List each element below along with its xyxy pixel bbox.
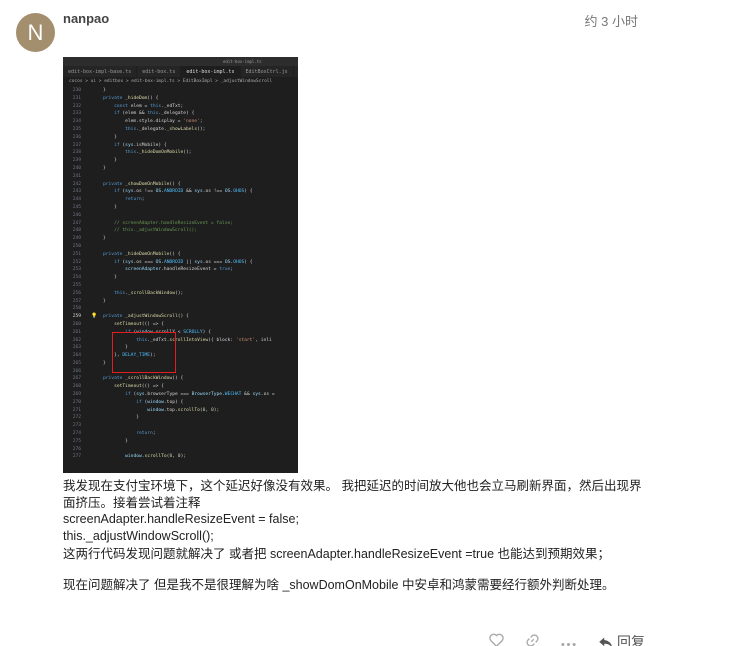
- editor-tab: EditBoxCtrl.js: [241, 66, 294, 77]
- code-line: 257}: [72, 298, 106, 304]
- code-line: 269 if (sys.browserType === BrowserType.…: [72, 392, 275, 398]
- code-line: 230}: [72, 88, 106, 93]
- post-paragraph-3: 现在问题解决了 但是我不是很理解为啥 _showDomOnMobile 中安卓和…: [63, 578, 615, 592]
- code-line: 268 setTimeout(() => {: [72, 384, 164, 390]
- lightbulb-icon: 💡: [91, 313, 98, 319]
- code-line: 247 // screenAdapter.handleResizeEvent =…: [72, 220, 233, 226]
- reply-button[interactable]: 回复: [598, 632, 645, 646]
- code-line: 271 window.top.scrollTo(0, 0);: [72, 407, 220, 413]
- code-line: 261 if (window.scrollY < SCROLLY) {: [72, 329, 211, 335]
- code-line: 248 // this._adjustWindowScroll();: [72, 228, 198, 234]
- post-actions: 回复: [478, 632, 645, 646]
- code-line: 245 }: [72, 204, 117, 210]
- code-line: 262 this._edTxt.scrollIntoView({ block: …: [72, 337, 272, 343]
- post-paragraph-1: 我发现在支付宝环境下，这个延迟好像没有效果。 我把延迟的时间放大他也会立马刷新界…: [63, 479, 642, 510]
- code-line: 239 }: [72, 158, 117, 164]
- code-line: 233 if (elem && this._delegate) {: [72, 111, 195, 117]
- code-line: 266: [72, 368, 81, 374]
- reply-label: 回复: [617, 634, 645, 646]
- code-line: 251 private _hideDomOnMobile() {: [72, 251, 181, 257]
- code-line: 240}: [72, 165, 106, 171]
- code-line: 244 return;: [72, 197, 145, 203]
- code-screenshot-image[interactable]: edit-box-impl.ts edit-box-impl-base.ts ed…: [63, 57, 298, 473]
- code-line: 264 }, DELAY_TIME);: [72, 353, 156, 359]
- code-line: 231 private _hideDom() {: [72, 95, 159, 101]
- code-line: 235 this._delegate._showLabels();: [72, 126, 206, 132]
- code-line: 250: [72, 243, 81, 249]
- code-line: 242 private _showDomOnMobile() {: [72, 181, 181, 187]
- editor-tab: edit-box-impl-base.ts: [63, 66, 138, 77]
- code-line: 258: [72, 306, 81, 312]
- code-line: 272 }: [72, 415, 139, 421]
- post-paragraph-2: 这两行代码发现问题就解决了 或者把 screenAdapter.handleRe…: [63, 547, 611, 561]
- heart-icon[interactable]: [478, 633, 514, 646]
- code-line: 237 if (sys.isMobile) {: [72, 142, 167, 148]
- code-line: 265}: [72, 360, 106, 366]
- ellipsis-icon[interactable]: [550, 634, 586, 646]
- editor-tab: edit-box.ts: [137, 66, 182, 77]
- code-line: 246: [72, 212, 81, 218]
- code-line: 277 window.scrollTo(0, 0);: [72, 454, 187, 460]
- code-line: 273: [72, 423, 81, 429]
- link-icon[interactable]: [514, 633, 550, 646]
- code-line: 255: [72, 282, 81, 288]
- code-line: 259 private _adjustWindowScroll() {: [72, 314, 189, 320]
- code-line: 241: [72, 173, 81, 179]
- code-line: 236 }: [72, 134, 117, 140]
- code-line: 270 if (window.top) {: [72, 399, 184, 405]
- code-line: 256 this._scrollBackWindow();: [72, 290, 184, 296]
- code-snippet-1: screenAdapter.handleResizeEvent = false;: [63, 512, 299, 526]
- code-line: 238 this._hideDomOnMobile();: [72, 150, 192, 156]
- code-line: 276: [72, 446, 81, 452]
- editor-breadcrumb: cocos > ui > editbox > edit-box-impl.ts …: [63, 77, 298, 86]
- code-line: 260 setTimeout(() => {: [72, 321, 164, 327]
- editor-window-title: edit-box-impl.ts: [63, 57, 298, 66]
- code-line: 253 screenAdapter.handleResizeEvent = tr…: [72, 267, 234, 273]
- code-line: 243 if (sys.os !== OS.ANDROID && sys.os …: [72, 189, 253, 195]
- code-line: 254 }: [72, 275, 117, 281]
- username[interactable]: nanpao: [63, 11, 109, 26]
- code-line: 267 private _scrollBackWindow() {: [72, 376, 184, 382]
- reply-arrow-icon: [599, 637, 613, 646]
- editor-tab-bar: edit-box-impl-base.ts edit-box.ts edit-box…: [63, 66, 298, 77]
- code-lines: 💡 230} 231 private _hideDom() { 232 const e…: [63, 86, 298, 461]
- code-line: 232 const elem = this._edTxt;: [72, 103, 184, 109]
- code-line: 275 }: [72, 438, 128, 444]
- code-line: 234 elem.style.display = 'none';: [72, 119, 203, 125]
- code-snippet-2: this._adjustWindowScroll();: [63, 529, 214, 543]
- code-line: 263 }: [72, 345, 128, 351]
- avatar[interactable]: N: [16, 13, 55, 52]
- code-line: 252 if (sys.os === OS.ANDROID || sys.os …: [72, 259, 253, 265]
- code-line: 249}: [72, 236, 106, 242]
- highlight-box: [112, 332, 176, 373]
- post-timestamp[interactable]: 约 3 小时: [585, 11, 638, 30]
- editor-tab: edit-box-impl.ts: [181, 66, 241, 77]
- code-line: 274 return;: [72, 431, 156, 437]
